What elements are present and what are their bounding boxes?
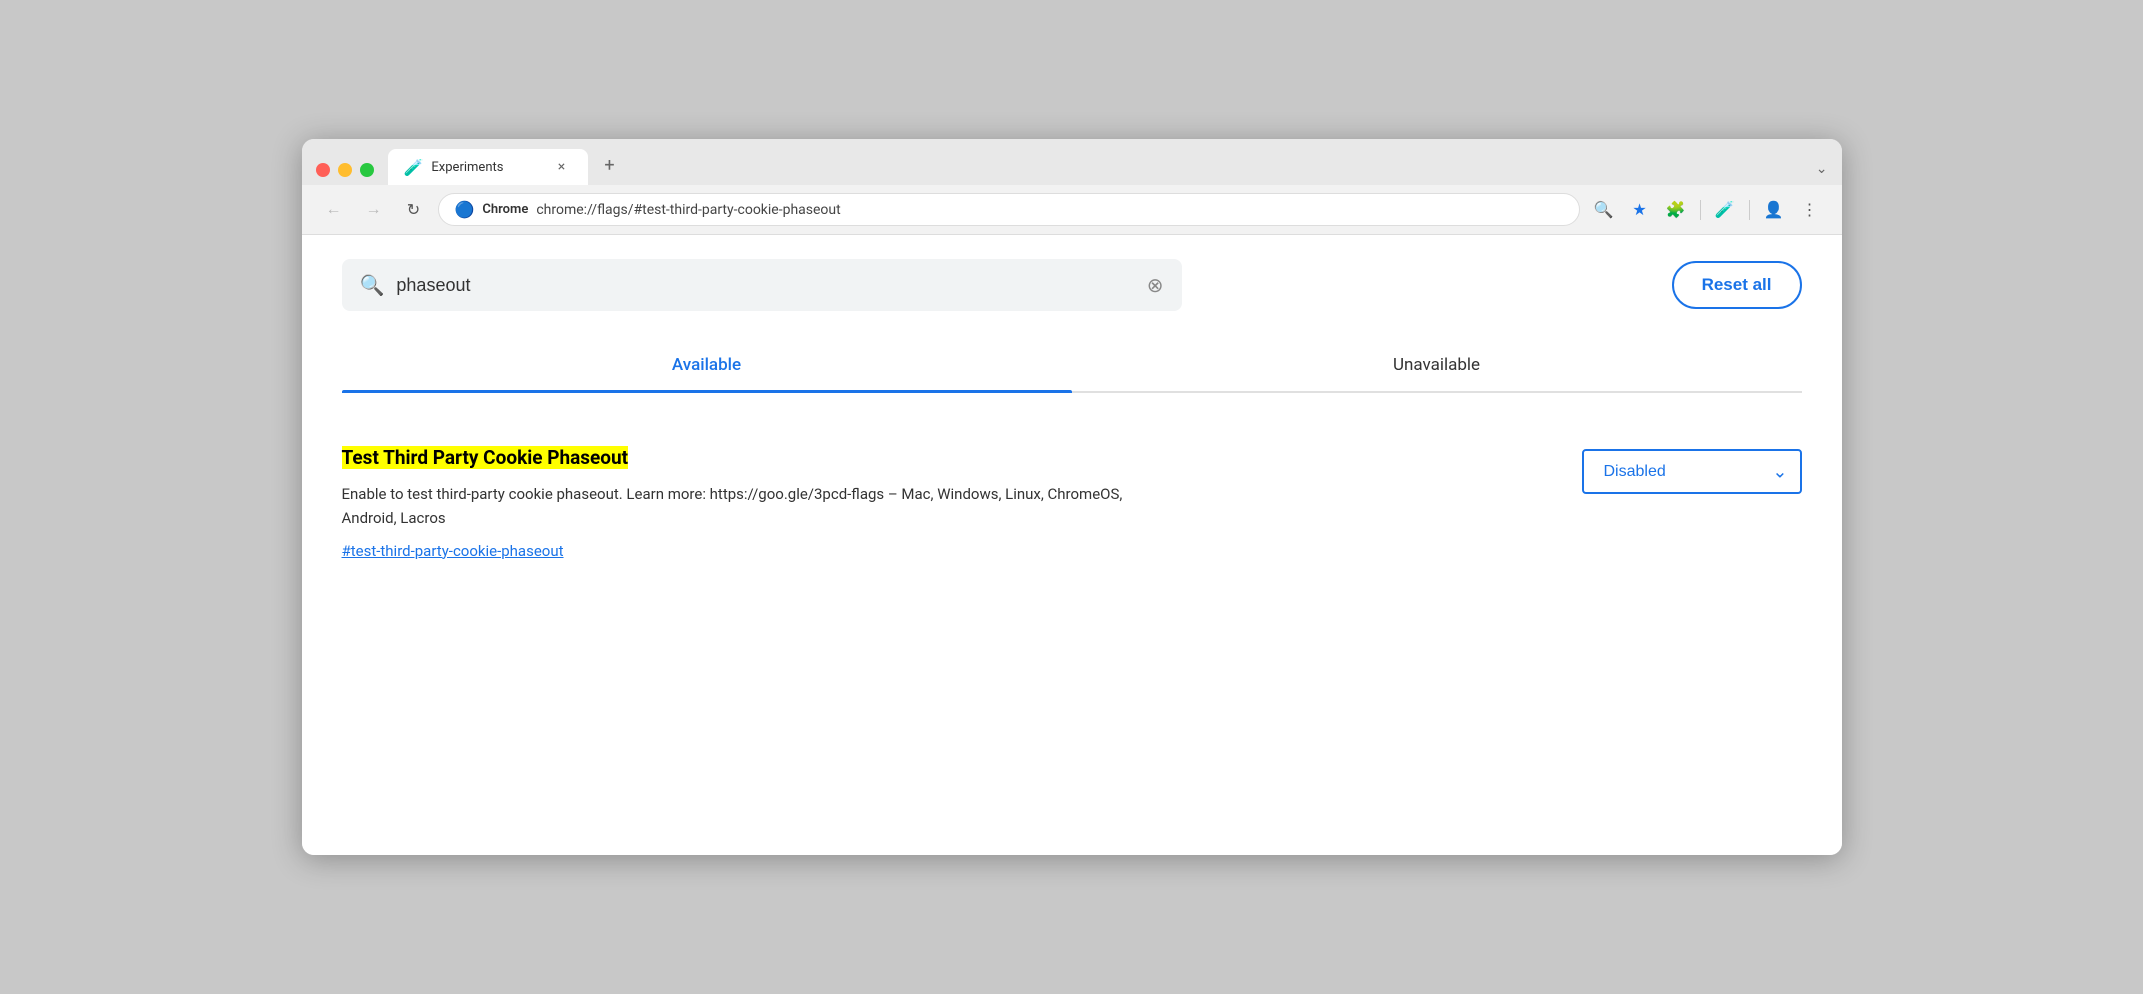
reload-icon: ↻: [407, 200, 420, 220]
search-input[interactable]: [396, 275, 1134, 296]
nav-divider: [1700, 200, 1701, 220]
flag-title: Test Third Party Cookie Phaseout: [342, 445, 1482, 472]
flag-title-text: Test Third Party Cookie Phaseout: [342, 446, 629, 469]
profile-button[interactable]: 👤: [1758, 194, 1790, 226]
minimize-button[interactable]: [338, 163, 352, 177]
browser-window: 🧪 Experiments × + ⌄ ← → ↻ 🔵 Chrome chrom…: [302, 139, 1842, 855]
tab-unavailable-label: Unavailable: [1393, 355, 1480, 375]
flag-control: Default Disabled Enabled ⌄: [1522, 445, 1802, 494]
extensions-icon: 🧩: [1666, 200, 1686, 220]
maximize-button[interactable]: [360, 163, 374, 177]
tab-icon: 🧪: [404, 158, 424, 177]
tab-available[interactable]: Available: [342, 339, 1072, 391]
window-controls: [316, 163, 374, 177]
flag-select-wrapper[interactable]: Default Disabled Enabled ⌄: [1582, 449, 1802, 494]
flag-description: Enable to test third-party cookie phaseo…: [342, 482, 1162, 530]
title-bar: 🧪 Experiments × + ⌄: [302, 139, 1842, 185]
flag-item: Test Third Party Cookie Phaseout Enable …: [342, 425, 1802, 580]
tab-unavailable[interactable]: Unavailable: [1072, 339, 1802, 391]
reset-all-button[interactable]: Reset all: [1672, 261, 1802, 309]
tab-available-label: Available: [672, 355, 741, 375]
zoom-button[interactable]: 🔍: [1588, 194, 1620, 226]
site-name: Chrome: [482, 202, 528, 217]
content-area: 🔍 ⊗ Reset all Available Unavailable Test…: [302, 235, 1842, 855]
profile-icon: 👤: [1764, 200, 1784, 220]
address-bar[interactable]: 🔵 Chrome chrome://flags/#test-third-part…: [438, 193, 1580, 226]
flag-select[interactable]: Default Disabled Enabled: [1582, 449, 1802, 494]
close-button[interactable]: [316, 163, 330, 177]
site-icon: 🔵: [455, 200, 475, 219]
nav-bar: ← → ↻ 🔵 Chrome chrome://flags/#test-thir…: [302, 185, 1842, 235]
tabs-row: Available Unavailable: [342, 339, 1802, 393]
back-icon: ←: [326, 201, 342, 219]
tab-bar: 🧪 Experiments × + ⌄: [388, 149, 1828, 185]
experiments-nav-button[interactable]: 🧪: [1709, 194, 1741, 226]
forward-icon: →: [366, 201, 382, 219]
reload-button[interactable]: ↻: [398, 194, 430, 226]
search-clear-button[interactable]: ⊗: [1147, 273, 1164, 297]
extensions-button[interactable]: 🧩: [1660, 194, 1692, 226]
address-text: chrome://flags/#test-third-party-cookie-…: [536, 202, 840, 218]
tab-title: Experiments: [431, 160, 543, 175]
new-tab-button[interactable]: +: [596, 151, 624, 179]
active-tab[interactable]: 🧪 Experiments ×: [388, 149, 588, 185]
bookmark-button[interactable]: ★: [1624, 194, 1656, 226]
nav-divider-2: [1749, 200, 1750, 220]
search-box[interactable]: 🔍 ⊗: [342, 259, 1182, 311]
nav-icons: 🔍 ★ 🧩 🧪 👤 ⋮: [1588, 194, 1826, 226]
tab-dropdown-button[interactable]: ⌄: [1816, 161, 1828, 177]
zoom-icon: 🔍: [1594, 200, 1614, 220]
search-icon: 🔍: [360, 273, 385, 297]
experiments-nav-icon: 🧪: [1715, 200, 1735, 220]
menu-button[interactable]: ⋮: [1794, 194, 1826, 226]
flag-anchor-link[interactable]: #test-third-party-cookie-phaseout: [342, 542, 1482, 560]
search-row: 🔍 ⊗ Reset all: [342, 259, 1802, 311]
forward-button[interactable]: →: [358, 194, 390, 226]
bookmark-icon: ★: [1632, 200, 1646, 220]
tab-close-button[interactable]: ×: [552, 157, 572, 177]
flag-info: Test Third Party Cookie Phaseout Enable …: [342, 445, 1482, 560]
menu-icon: ⋮: [1802, 200, 1818, 220]
back-button[interactable]: ←: [318, 194, 350, 226]
